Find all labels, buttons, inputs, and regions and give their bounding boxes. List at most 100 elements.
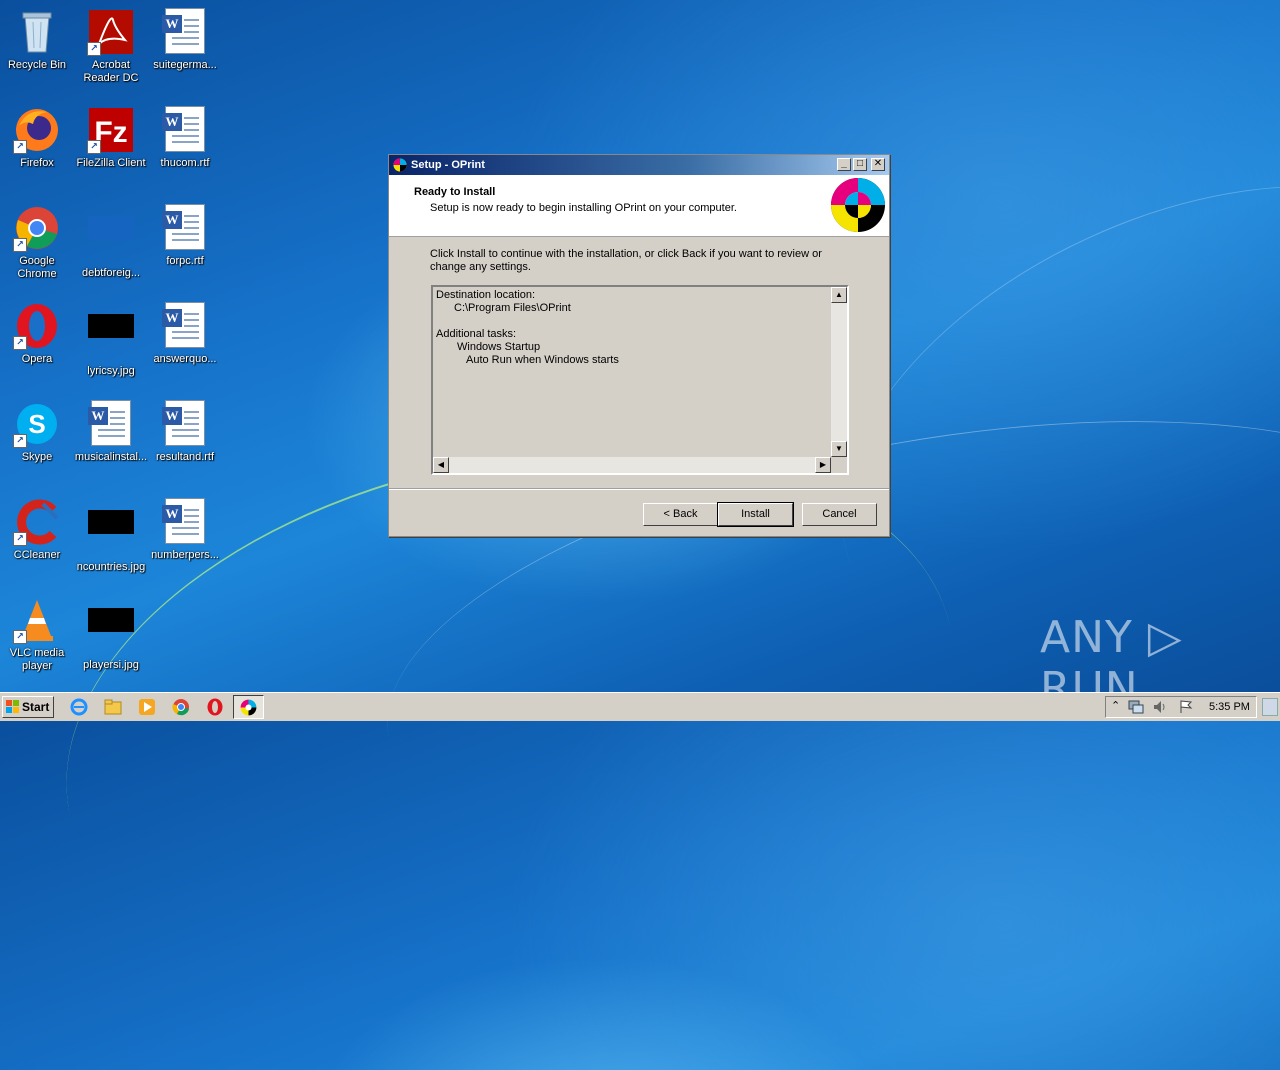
word-document-icon: W [161, 8, 209, 56]
desktop-icon-lyricsy[interactable]: lyricsy.jpg [74, 302, 148, 378]
desktop-icon-ccleaner[interactable]: ↗ CCleaner [0, 498, 74, 562]
desktop-icon-firefox[interactable]: ↗ Firefox [0, 106, 74, 170]
close-button[interactable]: ✕ [871, 158, 885, 171]
opera-taskbar-icon[interactable] [206, 698, 224, 716]
desktop-icon-label: ncountries.jpg [76, 561, 146, 573]
scroll-down-arrow-icon[interactable]: ▼ [831, 441, 847, 457]
desktop-icon-label: debtforeig... [81, 267, 141, 279]
file-explorer-icon[interactable] [104, 698, 122, 716]
word-document-icon: W [161, 400, 209, 448]
desktop-icon-label: Acrobat Reader DC [83, 59, 139, 84]
desktop-icon-chrome[interactable]: ↗ Google Chrome [0, 204, 74, 281]
system-tray: ⌃ 5:35 PM [1105, 696, 1257, 718]
shortcut-arrow-icon: ↗ [13, 630, 27, 644]
desktop-icon-thucom[interactable]: W thucom.rtf [148, 106, 222, 170]
show-hidden-icons-icon[interactable]: ⌃ [1111, 699, 1120, 712]
action-center-flag-icon[interactable] [1178, 700, 1194, 714]
svg-text:S: S [28, 409, 45, 439]
show-desktop-button[interactable] [1262, 698, 1278, 716]
word-document-icon: W [161, 498, 209, 546]
shortcut-arrow-icon: ↗ [13, 336, 27, 350]
vlc-icon: ↗ [13, 596, 61, 644]
image-thumbnail-icon [87, 510, 135, 558]
skype-icon: S ↗ [13, 400, 61, 448]
button-separator [389, 488, 889, 490]
network-icon[interactable] [1128, 700, 1144, 714]
oprint-app-icon [393, 158, 407, 172]
desktop-icon-label: playersi.jpg [83, 659, 139, 671]
desktop-icon-label: Recycle Bin [7, 59, 67, 71]
desktop-icon-label: musicalinstal... [74, 451, 148, 463]
internet-explorer-icon[interactable] [70, 698, 88, 716]
word-document-icon: W [87, 400, 135, 448]
scroll-up-arrow-icon[interactable]: ▲ [831, 287, 847, 303]
shortcut-arrow-icon: ↗ [13, 434, 27, 448]
maximize-button[interactable]: □ [853, 158, 867, 171]
image-thumbnail-icon [87, 314, 135, 362]
desktop-icon-label: numberpers... [151, 549, 219, 561]
install-button[interactable]: Install [717, 502, 794, 527]
desktop-icon-numberpers[interactable]: W numberpers... [148, 498, 222, 562]
desktop-icon-musicalinstal[interactable]: W musicalinstal... [74, 400, 148, 464]
dialog-titlebar[interactable]: Setup - OPrint _ □ ✕ [389, 155, 889, 175]
desktop-icon-answerquo[interactable]: W answerquo... [148, 302, 222, 366]
shortcut-arrow-icon: ↗ [87, 42, 101, 56]
oprint-logo-icon [831, 178, 885, 232]
word-document-icon: W [161, 106, 209, 154]
shortcut-arrow-icon: ↗ [87, 140, 101, 154]
desktop-icon-skype[interactable]: S ↗ Skype [0, 400, 74, 464]
desktop-icon-vlc[interactable]: ↗ VLC media player [0, 596, 74, 673]
desktop-icon-label: CCleaner [13, 549, 61, 561]
desktop-icon-label: Firefox [20, 157, 54, 169]
vertical-scrollbar[interactable]: ▲ ▼ [831, 287, 847, 457]
desktop-icon-debtforeig[interactable]: debtforeig... [74, 204, 148, 280]
desktop-icon-label: thucom.rtf [160, 157, 210, 169]
destination-value: C:\Program Files\OPrint [454, 302, 571, 314]
desktop-icon-recycle-bin[interactable]: Recycle Bin [0, 8, 74, 72]
desktop-icon-label: answerquo... [153, 353, 217, 365]
taskbar: Start ⌃ 5:35 PM [0, 692, 1280, 721]
clock[interactable]: 5:35 PM [1209, 697, 1250, 717]
ccleaner-icon: ↗ [13, 498, 61, 546]
wizard-header: Ready to Install Setup is now ready to b… [389, 175, 889, 237]
chrome-taskbar-icon[interactable] [172, 698, 190, 716]
word-document-icon: W [161, 302, 209, 350]
minimize-button[interactable]: _ [837, 158, 851, 171]
tasks-label: Additional tasks: [436, 328, 517, 340]
desktop-icon-label: Skype [21, 451, 53, 463]
desktop-icon-acrobat[interactable]: ↗ Acrobat Reader DC [74, 8, 148, 85]
intro-text: Click Install to continue with the insta… [430, 248, 822, 273]
desktop-icon-forpc[interactable]: W forpc.rtf [148, 204, 222, 268]
memo-content: Destination location: C:\Program Files\O… [436, 289, 619, 367]
dialog-title: Setup - OPrint [411, 159, 485, 171]
acrobat-icon: ↗ [87, 8, 135, 56]
desktop-icon-label: FileZilla Client [76, 157, 146, 169]
desktop-icon-resultand[interactable]: W resultand.rtf [148, 400, 222, 464]
desktop-icon-playersi[interactable]: playersi.jpg [74, 596, 148, 672]
media-player-icon[interactable] [138, 698, 156, 716]
scroll-left-arrow-icon[interactable]: ◀ [433, 457, 449, 473]
desktop-icon-label: Google Chrome [17, 255, 57, 280]
desktop-icon-label: suitegerma... [153, 59, 217, 71]
desktop-icon-label: Opera [21, 353, 53, 365]
shortcut-arrow-icon: ↗ [13, 238, 27, 252]
firefox-icon: ↗ [13, 106, 61, 154]
start-label: Start [22, 700, 50, 714]
wizard-heading: Ready to Install [414, 186, 496, 198]
filezilla-icon: Fz ↗ [87, 106, 135, 154]
setup-dialog: Setup - OPrint _ □ ✕ Ready to Install Se… [388, 154, 890, 537]
desktop-icon-opera[interactable]: ↗ Opera [0, 302, 74, 366]
cancel-button[interactable]: Cancel [802, 503, 877, 526]
desktop-icon-label: VLC media player [9, 647, 65, 672]
volume-icon[interactable] [1152, 700, 1168, 714]
desktop-icon-suitegerma[interactable]: W suitegerma... [148, 8, 222, 72]
scroll-right-arrow-icon[interactable]: ▶ [815, 457, 831, 473]
ready-memo[interactable]: Destination location: C:\Program Files\O… [431, 285, 849, 475]
start-button[interactable]: Start [2, 696, 54, 718]
back-button[interactable]: < Back [643, 503, 718, 526]
horizontal-scrollbar[interactable]: ◀ ▶ [433, 457, 831, 473]
task-oprint-setup[interactable] [233, 695, 264, 719]
desktop-icon-filezilla[interactable]: Fz ↗ FileZilla Client [74, 106, 148, 170]
desktop-icon-ncountries[interactable]: ncountries.jpg [74, 498, 148, 574]
shortcut-arrow-icon: ↗ [13, 140, 27, 154]
